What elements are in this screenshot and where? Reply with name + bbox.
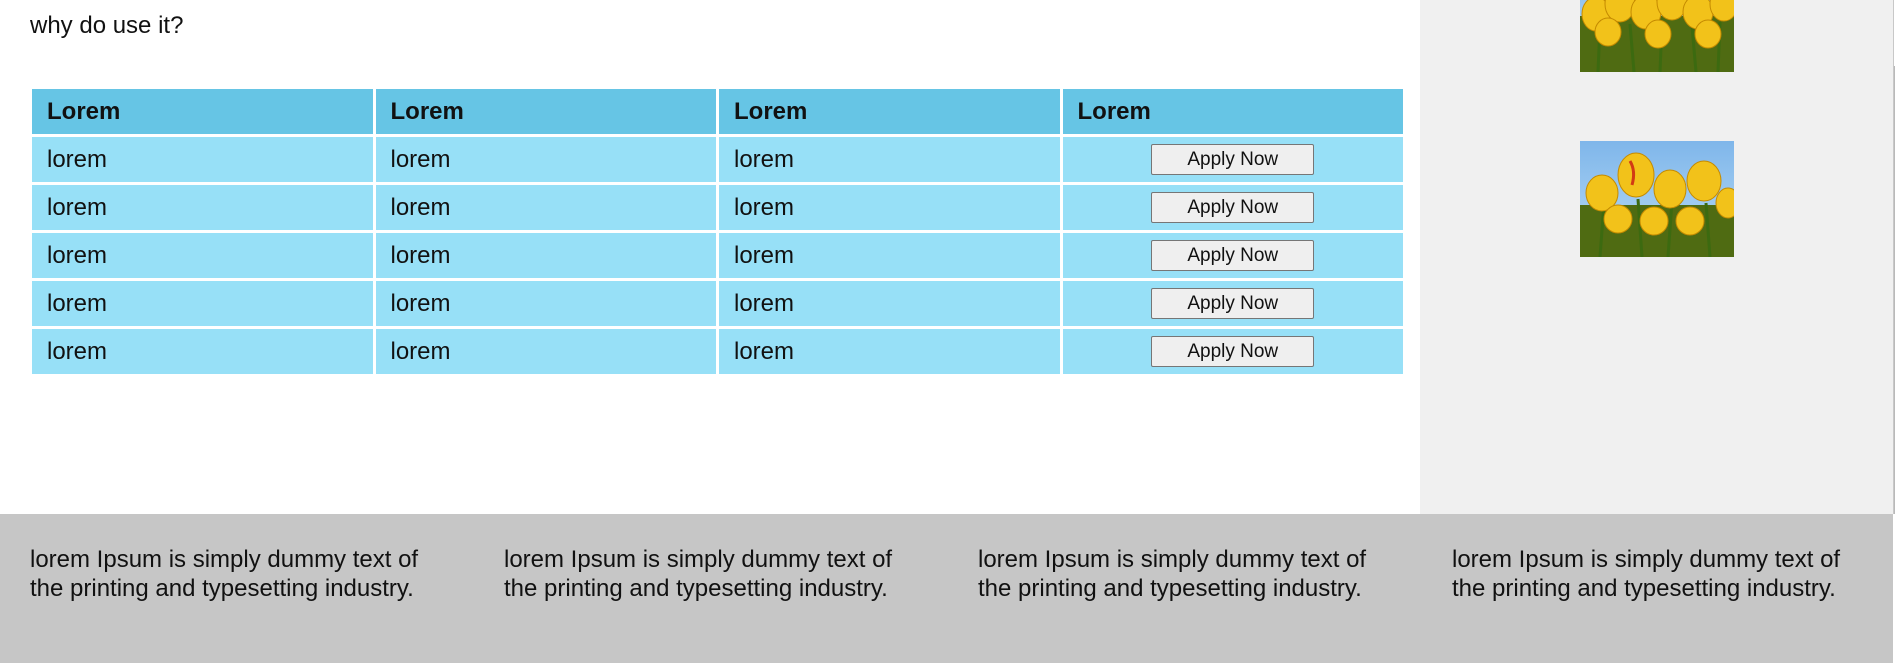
tulips-image xyxy=(1580,141,1734,257)
scrollbar-edge xyxy=(1894,66,1895,514)
table-cell: lorem xyxy=(29,134,376,185)
table-cell: lorem xyxy=(372,182,719,233)
table-cell: lorem xyxy=(372,230,719,281)
footer-text: lorem Ipsum is simply dummy text of the … xyxy=(30,546,419,602)
table-cell: lorem xyxy=(29,326,376,377)
intro-text: why do use it? xyxy=(30,12,184,39)
apply-now-button[interactable]: Apply Now xyxy=(1151,192,1315,224)
apply-now-button[interactable]: Apply Now xyxy=(1151,336,1315,368)
table-cell: lorem xyxy=(716,182,1063,233)
column-header: Lorem xyxy=(372,86,719,137)
table-row: lorem lorem lorem Apply Now xyxy=(29,278,1406,329)
apply-now-button[interactable]: Apply Now xyxy=(1151,240,1315,272)
footer-text: lorem Ipsum is simply dummy text of the … xyxy=(504,546,893,602)
table-row: lorem lorem lorem Apply Now xyxy=(29,230,1406,281)
column-header: Lorem xyxy=(29,86,376,137)
table-cell: lorem xyxy=(716,230,1063,281)
table-row: lorem lorem lorem Apply Now xyxy=(29,326,1406,377)
footer-text: lorem Ipsum is simply dummy text of the … xyxy=(1452,546,1841,602)
table-cell: lorem xyxy=(716,278,1063,329)
table-cell: lorem xyxy=(372,326,719,377)
data-table: Lorem Lorem Lorem Lorem lorem lorem lore… xyxy=(29,86,1406,377)
action-cell: Apply Now xyxy=(1059,230,1406,281)
sidebar xyxy=(1420,0,1894,514)
action-cell: Apply Now xyxy=(1059,182,1406,233)
main-content: why do use it? Lorem Lorem Lorem Lorem l… xyxy=(0,0,1420,514)
action-cell: Apply Now xyxy=(1059,278,1406,329)
table-row: lorem lorem lorem Apply Now xyxy=(29,134,1406,185)
apply-now-button[interactable]: Apply Now xyxy=(1151,288,1315,320)
tulips-image xyxy=(1580,0,1734,72)
table-cell: lorem xyxy=(29,278,376,329)
footer: lorem Ipsum is simply dummy text of the … xyxy=(0,514,1893,663)
table-cell: lorem xyxy=(29,230,376,281)
table-cell: lorem xyxy=(716,326,1063,377)
table-cell: lorem xyxy=(29,182,376,233)
action-cell: Apply Now xyxy=(1059,326,1406,377)
table-cell: lorem xyxy=(372,278,719,329)
action-cell: Apply Now xyxy=(1059,134,1406,185)
apply-now-button[interactable]: Apply Now xyxy=(1151,144,1315,176)
table-row: lorem lorem lorem Apply Now xyxy=(29,182,1406,233)
column-header: Lorem xyxy=(1059,86,1406,137)
table-cell: lorem xyxy=(372,134,719,185)
table-header-row: Lorem Lorem Lorem Lorem xyxy=(29,86,1406,137)
footer-text: lorem Ipsum is simply dummy text of the … xyxy=(978,546,1367,602)
table-cell: lorem xyxy=(716,134,1063,185)
column-header: Lorem xyxy=(716,86,1063,137)
